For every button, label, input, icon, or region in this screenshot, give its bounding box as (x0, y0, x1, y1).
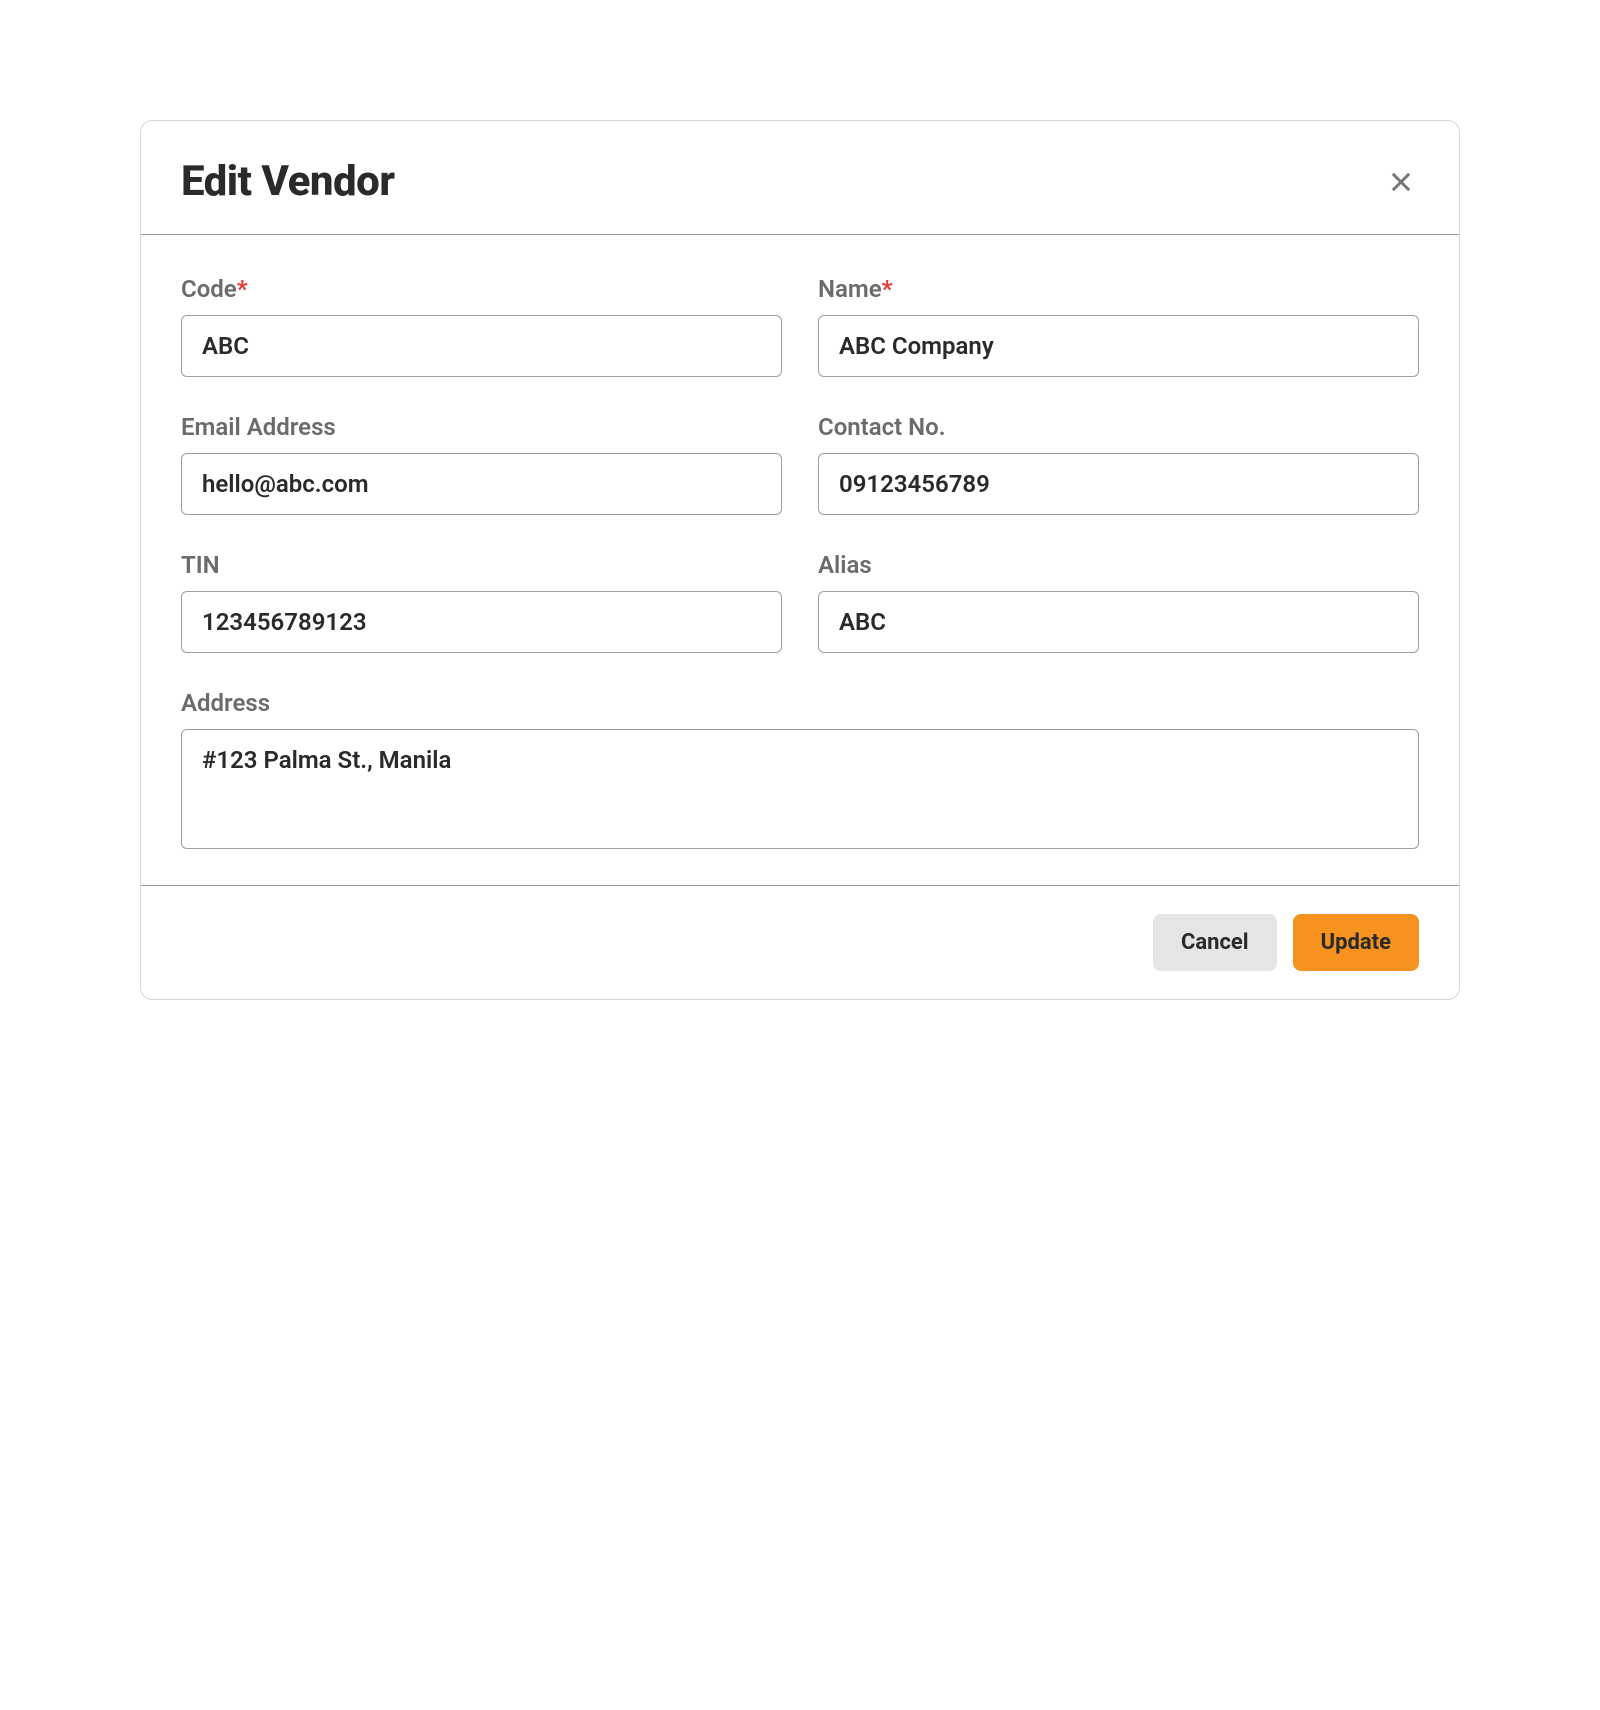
code-label: Code* (181, 275, 782, 303)
address-label: Address (181, 689, 1419, 717)
modal-body: Code* Name* Email Address Contact No. (141, 235, 1459, 886)
form-row: Address (181, 689, 1419, 849)
modal-title: Edit Vendor (181, 157, 394, 206)
code-input[interactable] (181, 315, 782, 377)
modal-footer: Cancel Update (141, 886, 1459, 999)
tin-label: TIN (181, 551, 782, 579)
form-row: Email Address Contact No. (181, 413, 1419, 515)
alias-group: Alias (818, 551, 1419, 653)
edit-vendor-modal: Edit Vendor Code* Name* (140, 120, 1460, 1000)
code-group: Code* (181, 275, 782, 377)
required-marker: * (882, 275, 893, 303)
name-label-text: Name (818, 275, 882, 303)
update-button[interactable]: Update (1293, 914, 1419, 971)
close-icon (1387, 168, 1415, 196)
close-button[interactable] (1383, 164, 1419, 200)
form-row: Code* Name* (181, 275, 1419, 377)
name-label: Name* (818, 275, 1419, 303)
address-group: Address (181, 689, 1419, 849)
contact-input[interactable] (818, 453, 1419, 515)
code-label-text: Code (181, 275, 237, 303)
modal-header: Edit Vendor (141, 121, 1459, 235)
alias-label: Alias (818, 551, 1419, 579)
email-input[interactable] (181, 453, 782, 515)
email-group: Email Address (181, 413, 782, 515)
address-textarea[interactable] (181, 729, 1419, 849)
tin-group: TIN (181, 551, 782, 653)
contact-group: Contact No. (818, 413, 1419, 515)
name-group: Name* (818, 275, 1419, 377)
alias-input[interactable] (818, 591, 1419, 653)
required-marker: * (237, 275, 248, 303)
name-input[interactable] (818, 315, 1419, 377)
contact-label: Contact No. (818, 413, 1419, 441)
cancel-button[interactable]: Cancel (1153, 914, 1277, 971)
tin-input[interactable] (181, 591, 782, 653)
form-row: TIN Alias (181, 551, 1419, 653)
email-label: Email Address (181, 413, 782, 441)
